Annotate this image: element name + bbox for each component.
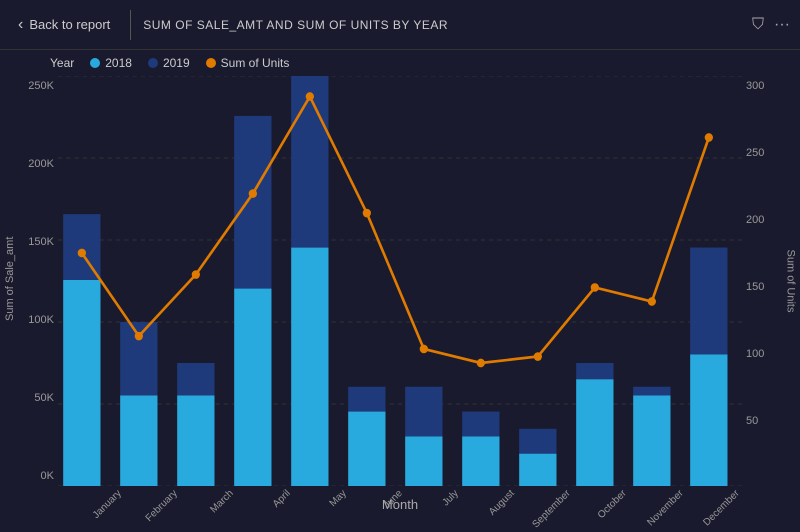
y-axis-right-label: Sum of Units xyxy=(784,250,796,313)
filter-icon[interactable]: ⛉ xyxy=(752,16,764,34)
legend-label-units: Sum of Units xyxy=(221,56,290,70)
legend-label-2018: 2018 xyxy=(105,56,132,70)
header-divider xyxy=(130,10,131,40)
y-axis-left: 250K 200K 150K 100K 50K 0K xyxy=(20,76,58,486)
legend-label-2019: 2019 xyxy=(163,56,190,70)
legend-dot-units xyxy=(206,58,216,68)
legend-dot-2019 xyxy=(148,58,158,68)
legend-item-2019: 2019 xyxy=(148,56,190,70)
header: ‹ Back to report SUM OF SALE_AMT AND SUM… xyxy=(0,0,800,50)
legend-year-label: Year xyxy=(50,56,74,70)
y-axis-right: 300 250 200 150 100 50 xyxy=(742,76,780,486)
chart-svg xyxy=(58,76,742,486)
back-button[interactable]: ‹ Back to report xyxy=(10,12,118,38)
more-icon[interactable]: ··· xyxy=(774,16,790,34)
back-arrow-icon: ‹ xyxy=(18,16,23,34)
y-axis-left-label: Sum of Sale_amt xyxy=(4,241,16,321)
chart-title: SUM OF SALE_AMT AND SUM OF UNITS BY YEAR xyxy=(143,18,448,32)
legend-item-units: Sum of Units xyxy=(206,56,290,70)
header-icons: ⛉ ··· xyxy=(752,16,790,34)
back-label: Back to report xyxy=(29,17,110,32)
legend-item-2018: 2018 xyxy=(90,56,132,70)
legend: Year 2018 2019 Sum of Units xyxy=(0,50,800,76)
legend-dot-2018 xyxy=(90,58,100,68)
